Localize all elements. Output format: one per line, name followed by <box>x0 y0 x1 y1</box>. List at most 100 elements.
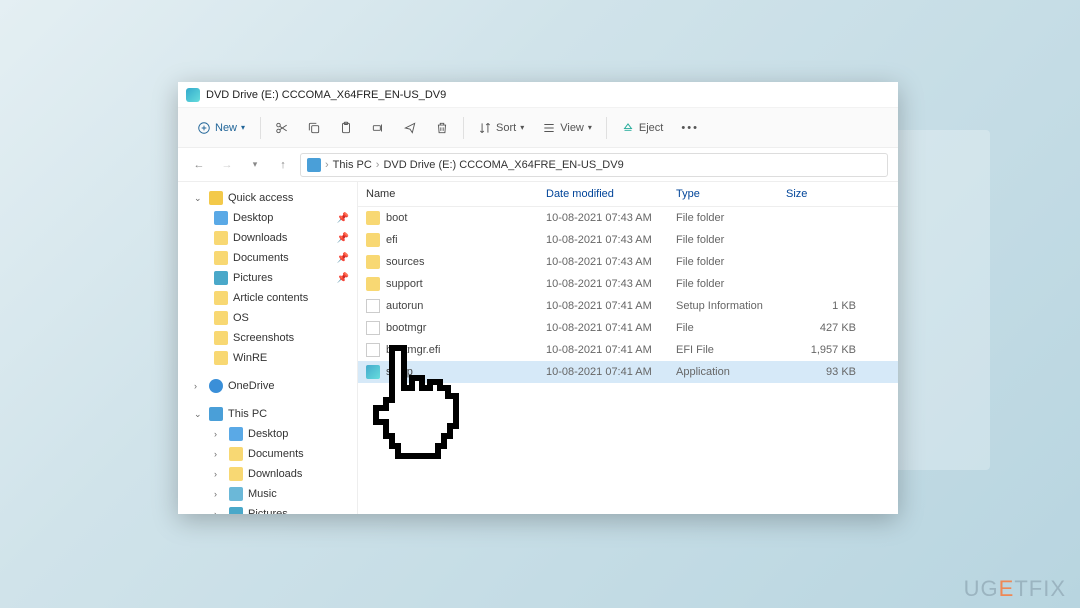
pictures-icon <box>214 271 228 285</box>
file-size: 93 KB <box>786 366 856 378</box>
folder-icon <box>366 211 380 225</box>
forward-button[interactable]: → <box>216 154 238 176</box>
sidebar-os[interactable]: OS <box>178 308 357 328</box>
desktop-icon <box>229 427 243 441</box>
view-icon <box>542 121 556 135</box>
sidebar-thispc[interactable]: ⌄This PC <box>178 404 357 424</box>
eject-button[interactable]: Eject <box>613 117 671 139</box>
view-button[interactable]: View ▾ <box>534 117 600 139</box>
header-size[interactable]: Size <box>786 188 856 200</box>
share-button[interactable] <box>395 117 425 139</box>
folder-icon <box>214 311 228 325</box>
music-icon <box>229 487 243 501</box>
file-type: Application <box>676 366 786 378</box>
recent-button[interactable]: ▾ <box>244 154 266 176</box>
sidebar-screenshots[interactable]: Screenshots <box>178 328 357 348</box>
separator <box>606 117 607 139</box>
watermark: UGETFIX <box>964 576 1066 602</box>
chevron-down-icon: ▾ <box>520 123 524 132</box>
sidebar-onedrive[interactable]: ›OneDrive <box>178 376 357 396</box>
breadcrumb-current[interactable]: DVD Drive (E:) CCCOMA_X64FRE_EN-US_DV9 <box>383 159 623 171</box>
file-name: support <box>386 278 423 290</box>
pictures-icon <box>229 507 243 514</box>
file-row[interactable]: support10-08-2021 07:43 AMFile folder <box>358 273 898 295</box>
header-type[interactable]: Type <box>676 188 786 200</box>
file-name: bootmgr.efi <box>386 344 440 356</box>
file-row[interactable]: bootmgr10-08-2021 07:41 AMFile427 KB <box>358 317 898 339</box>
documents-icon <box>229 447 243 461</box>
file-date: 10-08-2021 07:43 AM <box>546 278 676 290</box>
file-type: EFI File <box>676 344 786 356</box>
sort-button[interactable]: Sort ▾ <box>470 117 532 139</box>
file-type: File folder <box>676 256 786 268</box>
chevron-right-icon: › <box>376 159 380 171</box>
title-bar[interactable]: DVD Drive (E:) CCCOMA_X64FRE_EN-US_DV9 <box>178 82 898 108</box>
file-rows: boot10-08-2021 07:43 AMFile folderefi10-… <box>358 207 898 514</box>
sidebar-pc-downloads[interactable]: ›Downloads <box>178 464 357 484</box>
folder-icon <box>214 331 228 345</box>
content-area: ⌄Quick access Desktop📌 Downloads📌 Docume… <box>178 182 898 514</box>
desktop-icon <box>214 211 228 225</box>
file-date: 10-08-2021 07:43 AM <box>546 212 676 224</box>
file-date: 10-08-2021 07:41 AM <box>546 322 676 334</box>
file-type: File folder <box>676 212 786 224</box>
share-icon <box>403 121 417 135</box>
scissors-icon <box>275 121 289 135</box>
delete-button[interactable] <box>427 117 457 139</box>
more-button[interactable]: ••• <box>673 118 707 138</box>
sidebar-desktop[interactable]: Desktop📌 <box>178 208 357 228</box>
file-row[interactable]: setup10-08-2021 07:41 AMApplication93 KB <box>358 361 898 383</box>
file-name: autorun <box>386 300 423 312</box>
documents-icon <box>214 251 228 265</box>
sidebar-winre[interactable]: WinRE <box>178 348 357 368</box>
file-row[interactable]: bootmgr.efi10-08-2021 07:41 AMEFI File1,… <box>358 339 898 361</box>
breadcrumb-root[interactable]: This PC <box>333 159 372 171</box>
navigation-pane: ⌄Quick access Desktop📌 Downloads📌 Docume… <box>178 182 358 514</box>
rename-button[interactable] <box>363 117 393 139</box>
sidebar-downloads[interactable]: Downloads📌 <box>178 228 357 248</box>
sort-icon <box>478 121 492 135</box>
pc-icon <box>209 407 223 421</box>
file-row[interactable]: sources10-08-2021 07:43 AMFile folder <box>358 251 898 273</box>
file-date: 10-08-2021 07:41 AM <box>546 366 676 378</box>
downloads-icon <box>214 231 228 245</box>
copy-button[interactable] <box>299 117 329 139</box>
header-name[interactable]: Name <box>366 188 546 200</box>
downloads-icon <box>229 467 243 481</box>
sidebar-documents[interactable]: Documents📌 <box>178 248 357 268</box>
doc-icon <box>366 299 380 313</box>
ellipsis-icon: ••• <box>681 122 699 134</box>
file-row[interactable]: efi10-08-2021 07:43 AMFile folder <box>358 229 898 251</box>
sidebar-pc-pictures[interactable]: ›Pictures <box>178 504 357 514</box>
header-date[interactable]: Date modified <box>546 188 676 200</box>
new-button[interactable]: New ▾ <box>188 116 254 140</box>
file-type: File folder <box>676 234 786 246</box>
breadcrumb[interactable]: › This PC › DVD Drive (E:) CCCOMA_X64FRE… <box>300 153 888 177</box>
up-button[interactable]: ↑ <box>272 154 294 176</box>
sidebar-pc-documents[interactable]: ›Documents <box>178 444 357 464</box>
chevron-down-icon: ▾ <box>588 123 592 132</box>
cut-button[interactable] <box>267 117 297 139</box>
column-headers[interactable]: Name Date modified Type Size <box>358 182 898 207</box>
sidebar-pc-desktop[interactable]: ›Desktop <box>178 424 357 444</box>
sidebar-quick-access[interactable]: ⌄Quick access <box>178 188 357 208</box>
dvd-icon <box>186 88 200 102</box>
sidebar-pictures[interactable]: Pictures📌 <box>178 268 357 288</box>
file-row[interactable]: autorun10-08-2021 07:41 AMSetup Informat… <box>358 295 898 317</box>
folder-icon <box>366 277 380 291</box>
trash-icon <box>435 121 449 135</box>
file-name: boot <box>386 212 407 224</box>
star-icon <box>209 191 223 205</box>
file-row[interactable]: boot 10-08-2021 07:43 AMFile folder <box>358 207 898 229</box>
pc-icon <box>307 158 321 172</box>
back-button[interactable]: ← <box>188 154 210 176</box>
paste-button[interactable] <box>331 117 361 139</box>
sidebar-article[interactable]: Article contents <box>178 288 357 308</box>
file-type: File <box>676 322 786 334</box>
file-size: 427 KB <box>786 322 856 334</box>
rename-icon <box>371 121 385 135</box>
clipboard-icon <box>339 121 353 135</box>
file-date: 10-08-2021 07:41 AM <box>546 344 676 356</box>
sidebar-pc-music[interactable]: ›Music <box>178 484 357 504</box>
separator <box>463 117 464 139</box>
